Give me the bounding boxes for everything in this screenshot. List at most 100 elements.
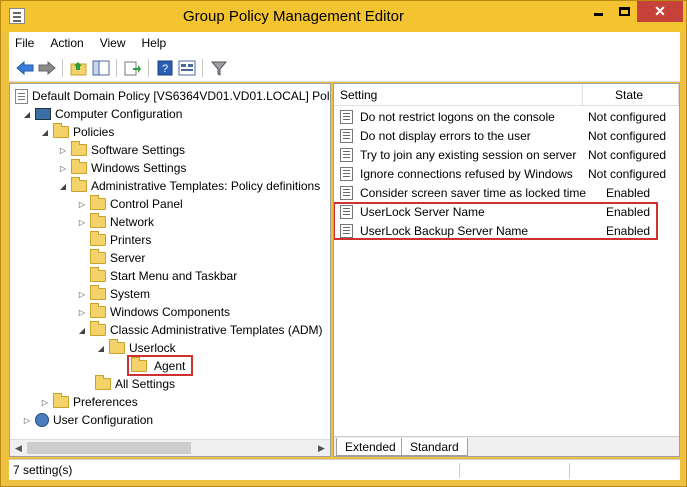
close-icon: ✕: [654, 3, 666, 19]
setting-row[interactable]: Consider screen saver time as locked tim…: [334, 183, 679, 202]
column-header-state[interactable]: State: [583, 84, 679, 106]
folder-icon: [71, 141, 87, 156]
policy-setting-icon: [340, 185, 353, 200]
folder-icon: [71, 177, 87, 192]
collapse-arrow-icon[interactable]: ◢: [40, 123, 50, 141]
properties-button[interactable]: [177, 58, 197, 78]
tree-item-server[interactable]: Server: [77, 249, 145, 267]
tree-item-user-configuration[interactable]: ▷ User Configuration: [22, 411, 153, 429]
tree-pane[interactable]: Default Domain Policy [VS6364VD01.VD01.L…: [9, 83, 331, 457]
minimize-button[interactable]: [585, 1, 611, 22]
tree-item-label: Software Settings: [91, 143, 186, 157]
policy-setting-icon: [340, 128, 353, 143]
minimize-icon: [593, 13, 603, 16]
scroll-right-icon[interactable]: ▶: [313, 440, 330, 456]
tree-item-label: Policies: [73, 125, 115, 139]
setting-state: Enabled: [606, 185, 651, 200]
scroll-left-icon[interactable]: ◀: [10, 440, 27, 456]
tree-item-policies[interactable]: ◢ Policies: [40, 123, 114, 141]
close-button[interactable]: ✕: [637, 1, 683, 22]
toolbar: ?: [9, 54, 680, 82]
collapse-arrow-icon[interactable]: ◢: [77, 321, 87, 339]
folder-icon: [90, 195, 106, 210]
expand-arrow-icon[interactable]: ▷: [40, 393, 50, 411]
menu-action[interactable]: Action: [44, 36, 89, 50]
tree-item-windows-components[interactable]: ▷ Windows Components: [77, 303, 230, 321]
tree-item-preferences[interactable]: ▷ Preferences: [40, 393, 138, 411]
setting-row[interactable]: Ignore connections refused by Windows No…: [334, 164, 679, 183]
folder-icon: [90, 213, 106, 228]
tree-item-label: Control Panel: [110, 197, 183, 211]
folder-icon: [90, 231, 106, 246]
menu-file[interactable]: File: [9, 36, 40, 50]
menu-help[interactable]: Help: [136, 36, 173, 50]
maximize-icon: [618, 7, 630, 16]
folder-icon: [53, 123, 69, 138]
show-hide-tree-button[interactable]: [91, 58, 111, 78]
tree-item-label: Start Menu and Taskbar: [110, 269, 238, 283]
tree-item-label: Windows Settings: [91, 161, 187, 175]
policy-setting-icon: [340, 109, 353, 124]
folder-icon: [90, 249, 106, 264]
tree-item-all-settings[interactable]: All Settings: [82, 375, 175, 393]
tree-item-control-panel[interactable]: ▷ Control Panel: [77, 195, 183, 213]
tree-item-label: System: [110, 287, 151, 301]
title-bar[interactable]: Group Policy Management Editor ✕: [1, 1, 686, 32]
tree-item-classic-admin-templates[interactable]: ◢ Classic Administrative Templates (ADM): [77, 321, 323, 339]
expand-arrow-icon[interactable]: ▷: [77, 213, 87, 231]
export-list-button[interactable]: [123, 58, 143, 78]
toolbar-separator: [148, 59, 149, 77]
tree-item-administrative-templates[interactable]: ◢ Administrative Templates: Policy defin…: [58, 177, 320, 195]
tree-item-start-menu-taskbar[interactable]: Start Menu and Taskbar: [77, 267, 237, 285]
horizontal-scrollbar[interactable]: ◀ ▶: [10, 439, 330, 456]
setting-row[interactable]: Do not restrict logons on the console No…: [334, 107, 679, 126]
column-header-setting[interactable]: Setting: [334, 84, 583, 106]
setting-state: Not configured: [588, 128, 667, 143]
setting-name: Consider screen saver time as locked tim…: [360, 185, 587, 200]
tab-standard[interactable]: Standard: [401, 438, 468, 456]
up-folder-button[interactable]: [69, 58, 89, 78]
forward-button[interactable]: [37, 58, 57, 78]
tree-item-software-settings[interactable]: ▷ Software Settings: [58, 141, 185, 159]
tree-item-printers[interactable]: Printers: [77, 231, 151, 249]
tab-extended[interactable]: Extended: [336, 438, 405, 456]
folder-icon: [71, 159, 87, 174]
view-tab-bar: Extended Standard: [334, 436, 679, 456]
scrollbar-thumb[interactable]: [27, 442, 191, 454]
setting-row[interactable]: Try to join any existing session on serv…: [334, 145, 679, 164]
expand-arrow-icon[interactable]: ▷: [77, 285, 87, 303]
filter-button[interactable]: [209, 58, 229, 78]
tree-item-windows-settings[interactable]: ▷ Windows Settings: [58, 159, 186, 177]
tree-item-computer-configuration[interactable]: ◢ Computer Configuration: [22, 105, 182, 123]
back-button[interactable]: [15, 58, 35, 78]
collapse-arrow-icon[interactable]: ◢: [96, 339, 106, 357]
collapse-arrow-icon[interactable]: ◢: [22, 105, 32, 123]
status-separator: [569, 463, 570, 478]
setting-state: Not configured: [588, 166, 667, 181]
menu-bar: File Action View Help: [9, 32, 680, 54]
settings-pane[interactable]: Setting State Do not restrict logons on …: [333, 83, 680, 457]
expand-arrow-icon[interactable]: ▷: [77, 303, 87, 321]
tree-item-system[interactable]: ▷ System: [77, 285, 150, 303]
filter-icon: [210, 61, 228, 76]
tree-item-label: User Configuration: [53, 413, 154, 427]
expand-arrow-icon[interactable]: ▷: [58, 159, 68, 177]
menu-view[interactable]: View: [94, 36, 132, 50]
expand-arrow-icon[interactable]: ▷: [22, 411, 32, 429]
tree-item-network[interactable]: ▷ Network: [77, 213, 154, 231]
expand-arrow-icon[interactable]: ▷: [77, 195, 87, 213]
expand-arrow-icon[interactable]: ▷: [58, 141, 68, 159]
computer-icon: [35, 108, 51, 120]
collapse-arrow-icon[interactable]: ◢: [58, 177, 68, 195]
help-button[interactable]: ?: [155, 58, 175, 78]
window-title: Group Policy Management Editor: [183, 8, 404, 25]
tree-item-label: Server: [110, 251, 146, 265]
tree-item-root[interactable]: Default Domain Policy [VS6364VD01.VD01.L…: [12, 87, 330, 105]
toolbar-separator: [116, 59, 117, 77]
userlock-rows-highlight-box: [334, 202, 658, 240]
setting-row[interactable]: Do not display errors to the user Not co…: [334, 126, 679, 145]
maximize-button[interactable]: [611, 1, 637, 22]
status-separator: [459, 463, 460, 478]
